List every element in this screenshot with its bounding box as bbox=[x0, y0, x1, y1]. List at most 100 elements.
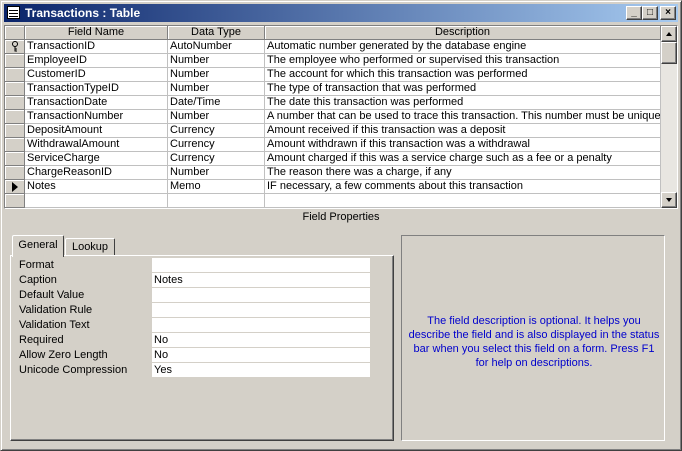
data-type-cell[interactable]: Memo bbox=[168, 180, 265, 194]
description-cell[interactable]: Amount withdrawn if this transaction was… bbox=[265, 138, 661, 152]
row-selector[interactable] bbox=[5, 152, 25, 166]
property-value-field[interactable]: No bbox=[152, 348, 370, 363]
field-name-cell[interactable]: EmployeeID bbox=[25, 54, 168, 68]
data-type-cell[interactable]: Number bbox=[168, 68, 265, 82]
row-selector[interactable] bbox=[5, 138, 25, 152]
title-bar[interactable]: Transactions : Table _ □ × bbox=[4, 4, 678, 22]
data-type-cell[interactable]: Number bbox=[168, 110, 265, 124]
property-value-field[interactable]: No bbox=[152, 333, 370, 348]
current-row-arrow-icon bbox=[12, 182, 18, 192]
property-row: Validation Text bbox=[19, 318, 371, 333]
description-cell[interactable]: The reason there was a charge, if any bbox=[265, 166, 661, 180]
header-selector[interactable] bbox=[5, 26, 25, 40]
property-value-field[interactable] bbox=[152, 303, 370, 318]
tab-lookup[interactable]: Lookup bbox=[65, 238, 115, 256]
row-selector[interactable] bbox=[5, 194, 25, 208]
table-row[interactable]: TransactionNumber Number A number that can… bbox=[5, 110, 661, 124]
table-row[interactable]: DepositAmount Currency Amount received if … bbox=[5, 124, 661, 138]
description-cell[interactable]: IF necessary, a few comments about this … bbox=[265, 180, 661, 194]
property-row: Validation Rule bbox=[19, 303, 371, 318]
header-description[interactable]: Description bbox=[265, 26, 661, 40]
field-name-cell[interactable] bbox=[25, 194, 168, 208]
table-row[interactable]: ServiceCharge Currency Amount charged if t… bbox=[5, 152, 661, 166]
property-value-field[interactable] bbox=[152, 318, 370, 333]
row-selector[interactable] bbox=[5, 180, 25, 194]
field-name-cell[interactable]: TransactionNumber bbox=[25, 110, 168, 124]
description-cell[interactable]: The type of transaction that was perform… bbox=[265, 82, 661, 96]
row-selector[interactable] bbox=[5, 82, 25, 96]
property-value-field[interactable] bbox=[152, 288, 370, 303]
description-cell[interactable]: A number that can be used to trace this … bbox=[265, 110, 661, 124]
table-row[interactable]: WithdrawalAmount Currency Amount withdrawn… bbox=[5, 138, 661, 152]
property-value-field[interactable] bbox=[152, 258, 370, 273]
row-selector[interactable] bbox=[5, 110, 25, 124]
field-name-cell[interactable]: WithdrawalAmount bbox=[25, 138, 168, 152]
header-data-type[interactable]: Data Type bbox=[168, 26, 265, 40]
properties-tabs: General Lookup Format Caption Notes Default… bbox=[10, 235, 394, 441]
property-label: Required bbox=[19, 334, 64, 346]
table-design-window: Transactions : Table _ □ × Field Name Da… bbox=[0, 0, 682, 451]
table-row[interactable]: CustomerID Number The account for which th… bbox=[5, 68, 661, 82]
table-row[interactable]: ChargeReasonID Number The reason there was… bbox=[5, 166, 661, 180]
property-value-field[interactable]: Yes bbox=[152, 363, 370, 378]
table-row[interactable] bbox=[5, 194, 661, 208]
data-type-cell[interactable]: Number bbox=[168, 82, 265, 96]
data-type-cell[interactable]: Number bbox=[168, 166, 265, 180]
row-selector[interactable] bbox=[5, 54, 25, 68]
field-name-cell[interactable]: TransactionTypeID bbox=[25, 82, 168, 96]
property-label: Default Value bbox=[19, 289, 85, 301]
table-row[interactable]: Notes Memo IF necessary, a few comments ab… bbox=[5, 180, 661, 194]
close-button[interactable]: × bbox=[660, 6, 676, 20]
field-name-cell[interactable]: TransactionDate bbox=[25, 96, 168, 110]
description-cell[interactable]: Automatic number generated by the databa… bbox=[265, 40, 661, 54]
field-name-cell[interactable]: Notes bbox=[25, 180, 168, 194]
property-label: Validation Text bbox=[19, 319, 90, 331]
field-name-cell[interactable]: DepositAmount bbox=[25, 124, 168, 138]
maximize-button[interactable]: □ bbox=[642, 6, 658, 20]
data-type-cell[interactable] bbox=[168, 194, 265, 208]
scroll-down-button[interactable] bbox=[661, 192, 677, 208]
scroll-thumb[interactable] bbox=[661, 42, 677, 64]
property-row: Allow Zero Length No bbox=[19, 348, 371, 363]
property-label: Validation Rule bbox=[19, 304, 93, 316]
description-cell[interactable]: The account for which this transaction w… bbox=[265, 68, 661, 82]
property-row: Caption Notes bbox=[19, 273, 371, 288]
description-cell[interactable] bbox=[265, 194, 661, 208]
row-selector[interactable] bbox=[5, 124, 25, 138]
row-selector[interactable] bbox=[5, 96, 25, 110]
field-properties-title: Field Properties bbox=[302, 211, 380, 223]
field-name-cell[interactable]: CustomerID bbox=[25, 68, 168, 82]
description-cell[interactable]: The employee who performed or supervised… bbox=[265, 54, 661, 68]
data-type-cell[interactable]: Currency bbox=[168, 138, 265, 152]
scroll-up-button[interactable] bbox=[661, 26, 677, 42]
header-field-name[interactable]: Field Name bbox=[25, 26, 168, 40]
table-row[interactable]: EmployeeID Number The employee who perform… bbox=[5, 54, 661, 68]
property-row: Unicode Compression Yes bbox=[19, 363, 371, 378]
property-value-field[interactable]: Notes bbox=[152, 273, 370, 288]
window-title: Transactions : Table bbox=[25, 6, 141, 20]
table-row[interactable]: TransactionTypeID Number The type of trans… bbox=[5, 82, 661, 96]
table-icon bbox=[7, 6, 20, 19]
description-cell[interactable]: Amount received if this transaction was … bbox=[265, 124, 661, 138]
tab-general[interactable]: General bbox=[12, 235, 64, 257]
property-label: Format bbox=[19, 259, 54, 271]
data-type-cell[interactable]: Date/Time bbox=[168, 96, 265, 110]
data-type-cell[interactable]: AutoNumber bbox=[168, 40, 265, 54]
data-type-cell[interactable]: Currency bbox=[168, 124, 265, 138]
data-type-cell[interactable]: Number bbox=[168, 54, 265, 68]
table-row[interactable]: TransactionDate Date/Time The date this tr… bbox=[5, 96, 661, 110]
row-selector[interactable] bbox=[5, 166, 25, 180]
row-selector[interactable] bbox=[5, 68, 25, 82]
help-panel: The field description is optional. It he… bbox=[401, 235, 665, 441]
row-selector[interactable] bbox=[5, 40, 25, 54]
general-tab-panel: Format Caption Notes Default Value Validatio… bbox=[10, 255, 394, 441]
field-name-cell[interactable]: ServiceCharge bbox=[25, 152, 168, 166]
field-name-cell[interactable]: ChargeReasonID bbox=[25, 166, 168, 180]
description-cell[interactable]: Amount charged if this was a service cha… bbox=[265, 152, 661, 166]
field-name-cell[interactable]: TransactionID bbox=[25, 40, 168, 54]
description-cell[interactable]: The date this transaction was performed bbox=[265, 96, 661, 110]
data-type-cell[interactable]: Currency bbox=[168, 152, 265, 166]
table-row[interactable]: TransactionID AutoNumber Automatic number … bbox=[5, 40, 661, 54]
minimize-button[interactable]: _ bbox=[626, 6, 642, 20]
vertical-scrollbar[interactable] bbox=[661, 26, 677, 208]
